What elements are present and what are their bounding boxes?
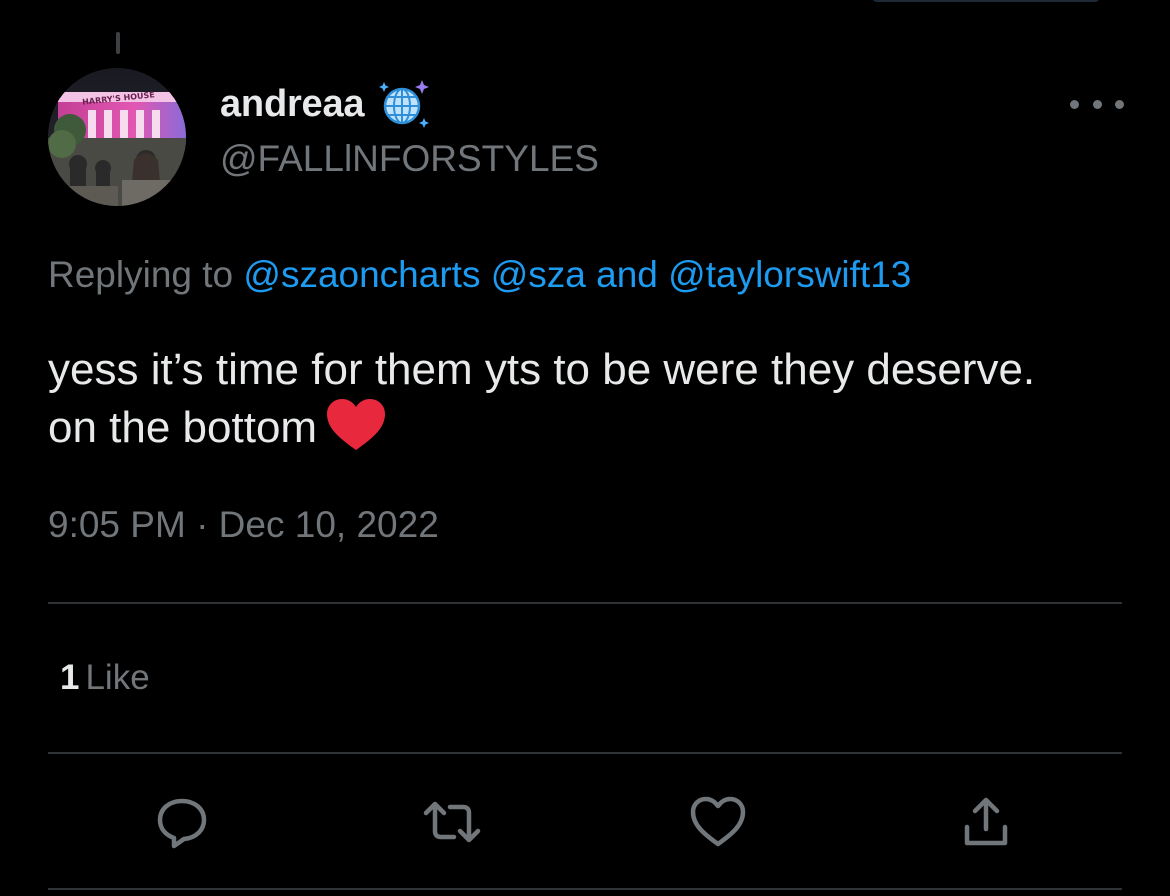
display-name[interactable]: andreaa xyxy=(220,83,365,126)
tweet-body: yess it’s time for them yts to be were t… xyxy=(48,342,1048,456)
more-dot-icon xyxy=(1092,99,1102,109)
mirror-ball-icon xyxy=(378,78,430,130)
tweet-timestamp[interactable]: 9:05 PM · Dec 10, 2022 xyxy=(48,504,439,546)
top-pill-button xyxy=(870,0,1102,2)
thread-connector-line xyxy=(116,32,120,54)
mention-link[interactable]: @sza xyxy=(491,254,586,295)
replying-to-line: Replying to @szaoncharts @sza and @taylo… xyxy=(48,254,911,296)
more-dot-icon xyxy=(1070,99,1079,109)
replying-joiner: and xyxy=(596,254,658,295)
reply-button[interactable] xyxy=(150,792,214,856)
mention-link[interactable]: @szaoncharts xyxy=(243,254,480,295)
replying-prefix: Replying to xyxy=(48,254,234,295)
tweet-text: yess it’s time for them yts to be were t… xyxy=(48,345,1036,452)
retweet-button[interactable] xyxy=(420,792,484,856)
divider xyxy=(48,602,1122,604)
divider xyxy=(48,752,1122,754)
likes-summary[interactable]: 1 Like xyxy=(60,658,150,698)
heart-outline-icon xyxy=(688,794,748,855)
divider xyxy=(48,888,1122,890)
avatar[interactable]: HARRY'S HOUSE xyxy=(48,68,186,206)
more-dot-icon xyxy=(1115,99,1124,109)
more-options-button[interactable] xyxy=(1070,92,1124,116)
share-icon xyxy=(957,793,1015,856)
like-button[interactable] xyxy=(686,792,750,856)
reply-icon xyxy=(153,793,211,856)
likes-label: Like xyxy=(85,658,150,697)
red-heart-icon xyxy=(325,398,387,452)
user-handle[interactable]: @FALLlNFORSTYLES xyxy=(220,138,599,180)
retweet-icon xyxy=(420,793,484,856)
mention-link[interactable]: @taylorswift13 xyxy=(668,254,911,295)
likes-count: 1 xyxy=(60,658,80,697)
share-button[interactable] xyxy=(954,792,1018,856)
